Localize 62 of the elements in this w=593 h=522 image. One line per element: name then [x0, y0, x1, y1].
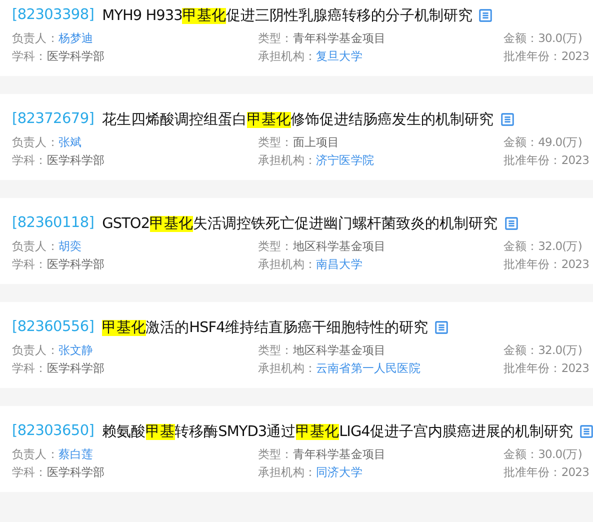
institution-link[interactable]: 同济大学	[316, 464, 362, 480]
type-label: 类型：	[258, 446, 293, 462]
amount-text: 金额：49.0(万)	[503, 134, 583, 150]
type-label: 类型：	[258, 238, 293, 254]
amount-text: 金额：30.0(万)	[503, 446, 583, 462]
institution-link[interactable]: 云南省第一人民医院	[316, 360, 420, 376]
institution-label: 承担机构：	[258, 152, 316, 168]
institution-label: 承担机构：	[258, 464, 316, 480]
type-value: 面上项目	[292, 134, 340, 150]
leader-link[interactable]: 胡奕	[58, 238, 82, 254]
institution-label: 承担机构：	[258, 360, 316, 376]
subject-value: 医学科学部	[46, 360, 105, 376]
leader-label: 负责人：	[12, 30, 58, 46]
leader-label: 负责人：	[12, 446, 58, 462]
type-label: 类型：	[258, 30, 293, 46]
subject-value: 医学科学部	[46, 256, 105, 272]
institution-link[interactable]: 复旦大学	[316, 48, 362, 64]
institution-label: 承担机构：	[258, 256, 316, 272]
year-text: 批准年份：2023	[503, 152, 589, 168]
institution-link[interactable]: 南昌大学	[316, 256, 362, 272]
project-id-link[interactable]: [82303650]	[12, 423, 94, 439]
type-label: 类型：	[258, 134, 293, 150]
subject-value: 医学科学部	[46, 152, 105, 168]
institution-link[interactable]: 济宁医学院	[316, 152, 374, 168]
type-value: 地区科学基金项目	[292, 238, 386, 254]
project-title[interactable]: MYH9 H933甲基化促进三阴性乳腺癌转移的分子机制研究	[102, 6, 472, 24]
institution-label: 承担机构：	[258, 48, 316, 64]
amount-text: 金额：30.0(万)	[503, 30, 583, 46]
type-value: 青年科学基金项目	[292, 446, 386, 462]
project-id-link[interactable]: [82372679]	[12, 111, 94, 127]
project-id-link[interactable]: [82360556]	[12, 319, 94, 335]
project-title[interactable]: GSTO2甲基化失活调控铁死亡促进幽门螺杆菌致炎的机制研究	[102, 214, 498, 232]
type-label: 类型：	[258, 342, 293, 358]
year-text: 批准年份：2023	[503, 360, 589, 376]
year-text: 批准年份：2023	[503, 464, 589, 480]
year-text: 批准年份：2023	[503, 48, 589, 64]
copy-icon[interactable]	[500, 112, 515, 126]
project-id-link[interactable]: [82303398]	[12, 7, 94, 23]
project-id-link[interactable]: [82360118]	[12, 215, 94, 231]
leader-link[interactable]: 蔡白莲	[58, 446, 94, 462]
subject-label: 学科：	[12, 152, 47, 168]
subject-label: 学科：	[12, 464, 47, 480]
type-value: 地区科学基金项目	[292, 342, 386, 358]
leader-label: 负责人：	[12, 342, 58, 358]
amount-text: 金额：32.0(万)	[503, 342, 583, 358]
leader-label: 负责人：	[12, 134, 58, 150]
subject-value: 医学科学部	[46, 48, 105, 64]
leader-label: 负责人：	[12, 238, 58, 254]
subject-label: 学科：	[12, 360, 47, 376]
copy-icon[interactable]	[578, 424, 593, 438]
type-value: 青年科学基金项目	[292, 30, 386, 46]
subject-value: 医学科学部	[46, 464, 105, 480]
leader-link[interactable]: 张斌	[58, 134, 82, 150]
subject-label: 学科：	[12, 48, 47, 64]
leader-link[interactable]: 张文静	[58, 342, 94, 358]
year-text: 批准年份：2023	[503, 256, 589, 272]
copy-icon[interactable]	[478, 8, 494, 22]
subject-label: 学科：	[12, 256, 47, 272]
copy-icon[interactable]	[504, 216, 519, 230]
leader-link[interactable]: 杨梦迪	[58, 30, 94, 46]
copy-icon[interactable]	[434, 320, 449, 334]
amount-text: 金额：32.0(万)	[503, 238, 583, 254]
